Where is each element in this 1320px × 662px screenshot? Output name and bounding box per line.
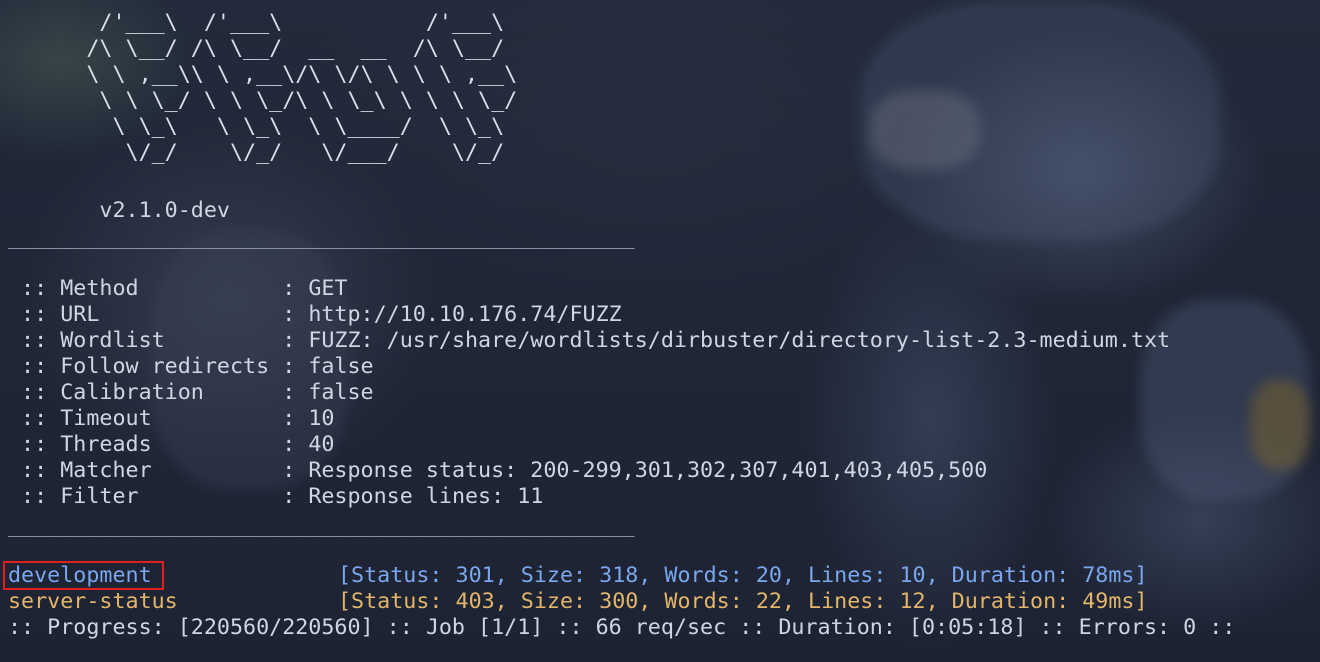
result-details: [Status: 301, Size: 318, Words: 20, Line…	[338, 563, 1148, 588]
highlight-box-development	[3, 561, 164, 590]
config-value: : 40	[282, 432, 335, 457]
wallpaper-decoration	[1250, 380, 1310, 470]
wallpaper-decoration	[870, 90, 980, 170]
separator-bottom: ________________________________________…	[8, 513, 635, 538]
config-row: :: Calibration : false	[8, 380, 374, 406]
config-value: : false	[282, 380, 374, 405]
result-row: development [Status: 301, Size: 318, Word…	[8, 563, 1148, 589]
result-details: [Status: 403, Size: 300, Words: 22, Line…	[338, 589, 1148, 614]
config-value: : Response status: 200-299,301,302,307,4…	[282, 458, 988, 483]
terminal-window[interactable]: /'___\ /'___\ /'___\ /\ \__/ /\ \__/ __ …	[0, 0, 1320, 662]
config-value: : false	[282, 354, 374, 379]
result-row: server-status [Status: 403, Size: 300, Wo…	[8, 589, 1148, 615]
config-row: :: Filter : Response lines: 11	[8, 484, 543, 510]
config-key: :: Wordlist	[8, 328, 283, 353]
config-value: : GET	[282, 276, 348, 301]
config-key: :: Calibration	[8, 380, 283, 405]
config-key: :: Method	[8, 276, 283, 301]
ffuf-ascii-banner: /'___\ /'___\ /'___\ /\ \__/ /\ \__/ __ …	[86, 10, 518, 165]
config-row: :: Threads : 40	[8, 432, 334, 458]
config-value: : FUZZ: /usr/share/wordlists/dirbuster/d…	[282, 328, 1171, 353]
result-path[interactable]: server-status	[8, 589, 338, 615]
config-row: :: Wordlist : FUZZ: /usr/share/wordlists…	[8, 328, 1170, 354]
separator-top: ________________________________________…	[8, 225, 635, 250]
progress-line: :: Progress: [220560/220560] :: Job [1/1…	[8, 615, 1236, 640]
config-key: :: Threads	[8, 432, 283, 457]
config-key: :: URL	[8, 302, 283, 327]
config-value: : http://10.10.176.74/FUZZ	[282, 302, 622, 327]
config-row: :: Matcher : Response status: 200-299,30…	[8, 458, 987, 484]
config-row: :: Timeout : 10	[8, 406, 334, 432]
config-key: :: Timeout	[8, 406, 283, 431]
config-key: :: Filter	[8, 484, 283, 509]
ffuf-version: v2.1.0-dev	[8, 198, 230, 223]
config-key: :: Matcher	[8, 458, 283, 483]
config-row: :: Method : GET	[8, 276, 348, 302]
config-row: :: Follow redirects : false	[8, 354, 374, 380]
config-value: : 10	[282, 406, 335, 431]
config-value: : Response lines: 11	[282, 484, 544, 509]
config-row: :: URL : http://10.10.176.74/FUZZ	[8, 302, 622, 328]
config-key: :: Follow redirects	[8, 354, 283, 379]
